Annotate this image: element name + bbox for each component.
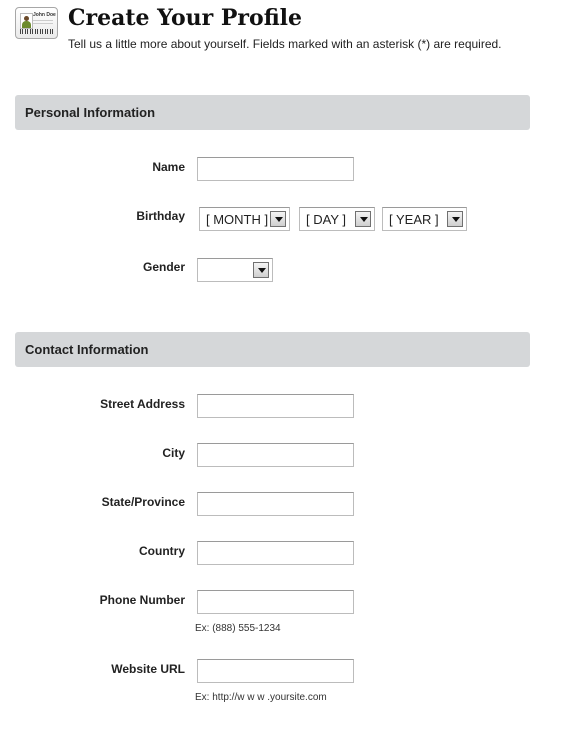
phone-number-field[interactable] (197, 590, 354, 614)
page-subtitle: Tell us a little more about yourself. Fi… (68, 37, 502, 51)
website-url-label: Website URL (111, 662, 185, 676)
birthday-day-value: [ DAY ] (306, 212, 346, 227)
section-title: Personal Information (25, 105, 156, 120)
gender-label: Gender (142, 260, 185, 274)
website-url-field[interactable] (197, 659, 354, 683)
birthday-day-select[interactable]: [ DAY ] (299, 207, 375, 231)
birthday-month-select[interactable]: [ MONTH ] (199, 207, 290, 231)
state-province-label: State/Province (101, 495, 185, 509)
chevron-down-icon[interactable] (447, 211, 463, 227)
country-field[interactable] (197, 541, 354, 565)
section-title: Contact Information (25, 342, 149, 357)
state-province-field[interactable] (197, 492, 354, 516)
barcode-icon (20, 29, 53, 34)
birthday-year-value: [ YEAR ] (389, 212, 439, 227)
birthday-label: Birthday (136, 209, 185, 223)
phone-number-label: Phone Number (99, 593, 185, 607)
chevron-down-icon[interactable] (253, 262, 269, 278)
website-url-hint: Ex: http://w w w .yoursite.com (195, 692, 327, 703)
page-title: Create Your Profile (68, 5, 303, 31)
card-name: John Doe (33, 12, 56, 18)
chevron-down-icon[interactable] (355, 211, 371, 227)
city-label: City (162, 446, 185, 460)
avatar (20, 13, 33, 29)
street-address-label: Street Address (100, 397, 185, 411)
gender-select[interactable] (197, 258, 273, 282)
section-personal-information: Personal Information (15, 95, 530, 130)
section-contact-information: Contact Information (15, 332, 530, 367)
city-field[interactable] (197, 443, 354, 467)
birthday-year-select[interactable]: [ YEAR ] (382, 207, 467, 231)
street-address-field[interactable] (197, 394, 354, 418)
name-label: Name (152, 160, 185, 174)
birthday-month-value: [ MONTH ] (206, 212, 269, 227)
chevron-down-icon[interactable] (270, 211, 286, 227)
phone-number-hint: Ex: (888) 555-1234 (195, 623, 281, 634)
country-label: Country (139, 544, 185, 558)
id-card-icon: John Doe (15, 7, 58, 39)
name-field[interactable] (197, 157, 354, 181)
